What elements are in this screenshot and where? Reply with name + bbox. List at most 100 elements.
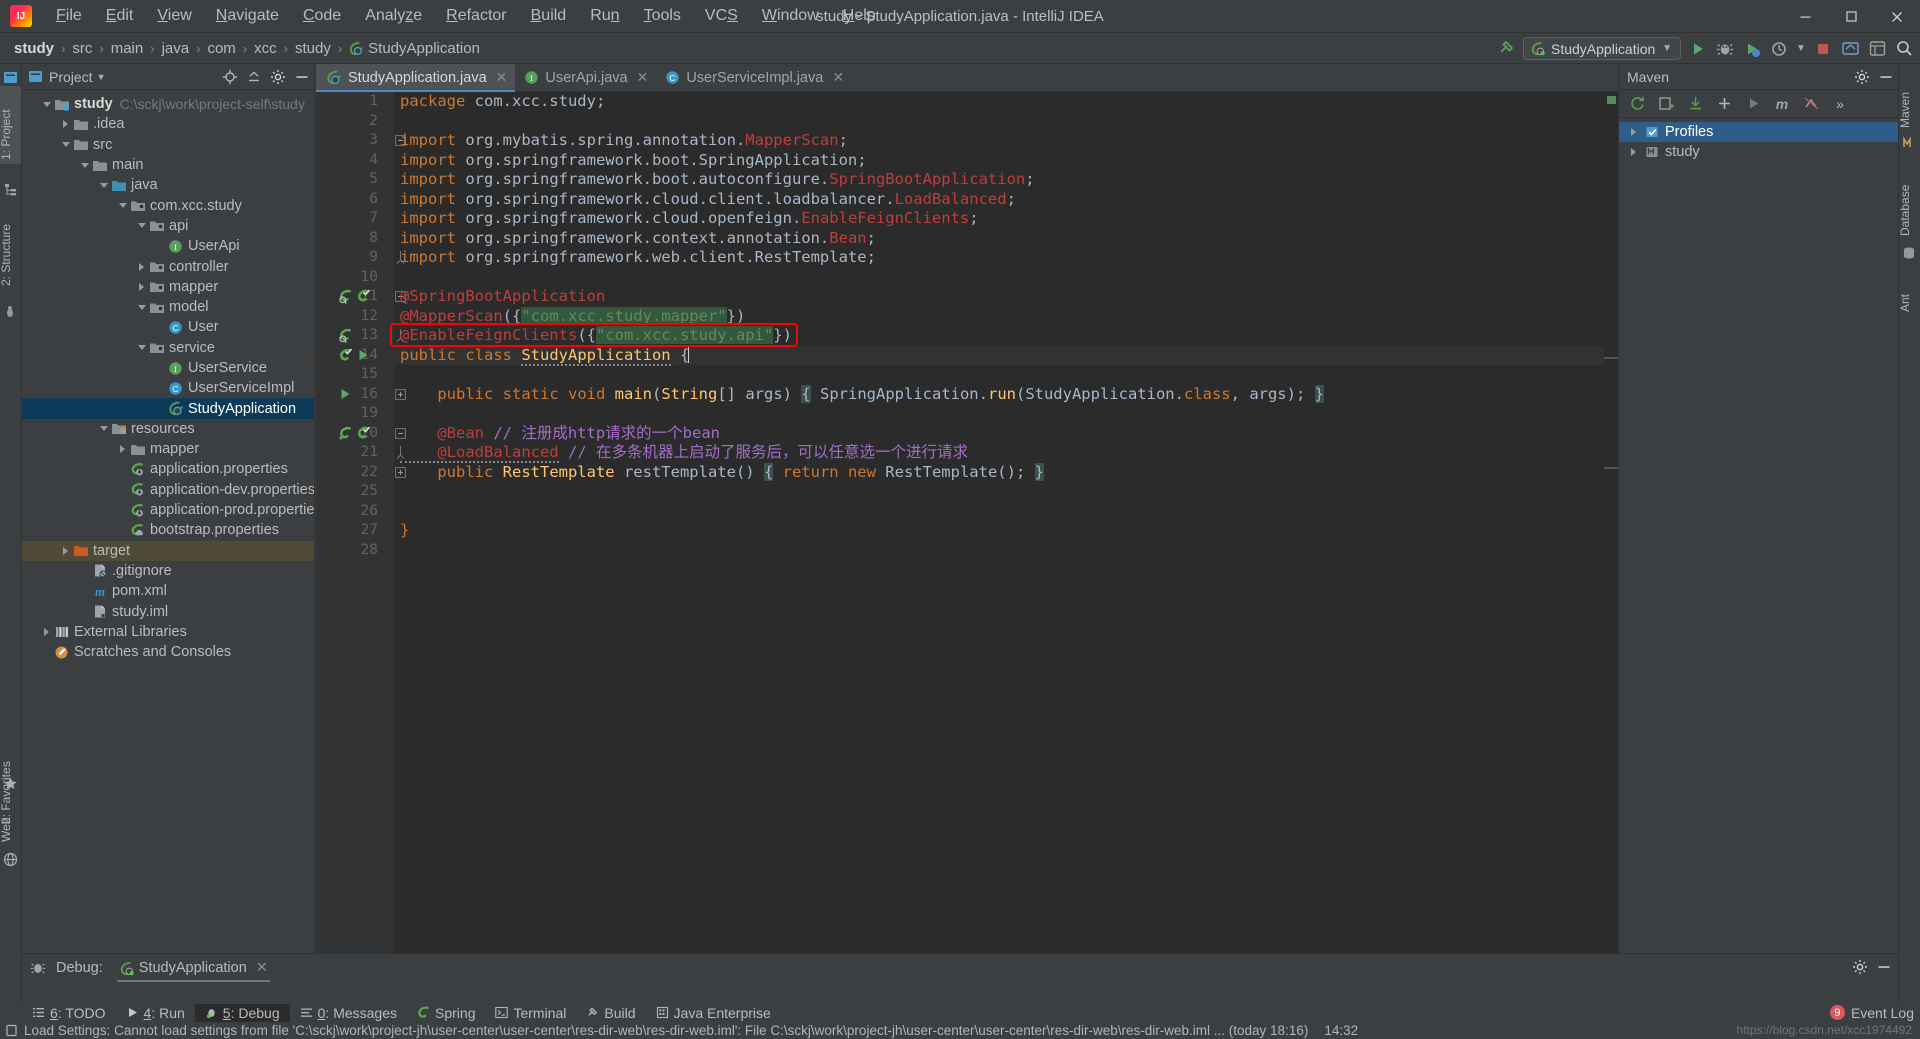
sidebar-item-ant[interactable]: Ant — [1898, 272, 1920, 316]
chevron-right-icon[interactable] — [135, 260, 148, 273]
maven-node-profiles[interactable]: Profiles — [1619, 122, 1898, 142]
download-icon[interactable] — [1685, 94, 1705, 114]
gear-icon[interactable] — [1850, 957, 1870, 977]
code-line[interactable]: 12 @MapperScan({"com.xcc.study.mapper"}) — [316, 306, 1618, 327]
code-line[interactable]: 22 public RestTemplate restTemplate() { … — [316, 462, 1618, 483]
bottom-tab-build[interactable]: Build — [576, 1004, 645, 1022]
spring-checked-icon[interactable] — [356, 426, 371, 441]
editor-tab-userserviceimpl-java[interactable]: C UserServiceImpl.java ✕ — [656, 64, 853, 91]
code-line[interactable]: 2 — [316, 112, 1618, 132]
spring-checked-icon[interactable] — [356, 289, 371, 304]
bean-icon[interactable] — [338, 328, 353, 343]
code-line[interactable]: 4 import org.springframework.boot.SpringA… — [316, 151, 1618, 171]
tree-node-controller[interactable]: controller — [22, 256, 314, 276]
menu-item-file[interactable]: File — [44, 4, 94, 28]
breadcrumb-item-java[interactable]: java — [158, 40, 194, 57]
tree-node-userservice[interactable]: I UserService — [22, 358, 314, 378]
tree-node-mapper[interactable]: mapper — [22, 277, 314, 297]
tree-node-study[interactable]: study C:\sckj\work\project-self\study — [22, 94, 314, 114]
bottom-tab-4-run[interactable]: 4: Run — [116, 1004, 195, 1022]
close-icon[interactable]: ✕ — [496, 69, 508, 86]
maven-tree[interactable]: Profiles study — [1619, 118, 1898, 162]
chevron-right-icon[interactable] — [116, 443, 129, 456]
chevron-down-icon[interactable] — [40, 98, 53, 111]
menu-item-window[interactable]: Window — [750, 4, 831, 28]
hide-panel-icon[interactable] — [1874, 957, 1894, 977]
tree-node-com-xcc-study[interactable]: com.xcc.study — [22, 195, 314, 215]
menu-item-vcs[interactable]: VCS — [693, 4, 750, 28]
code-line[interactable]: 28 — [316, 541, 1618, 561]
menu-item-code[interactable]: Code — [291, 4, 353, 28]
chevron-down-icon[interactable] — [135, 301, 148, 314]
chevron-right-icon[interactable] — [59, 544, 72, 557]
tree-node--idea[interactable]: .idea — [22, 114, 314, 134]
tree-node-application-properties[interactable]: application.properties — [22, 459, 314, 479]
maximize-icon[interactable] — [1828, 0, 1874, 33]
tree-node-external-libraries[interactable]: External Libraries — [22, 622, 314, 642]
bottom-tab-terminal[interactable]: Terminal — [485, 1004, 576, 1022]
run-configuration-selector[interactable]: StudyApplication ▼ — [1523, 37, 1681, 60]
code-line[interactable]: 13 @EnableFeignClients({"com.xcc.study.ap… — [316, 326, 1618, 346]
close-icon[interactable]: ✕ — [256, 960, 268, 976]
tree-node-java[interactable]: java — [22, 175, 314, 195]
sidebar-item-web[interactable]: Web — [0, 802, 21, 846]
tree-node-bootstrap-properties[interactable]: bootstrap.properties — [22, 520, 314, 540]
code-line[interactable]: 26 — [316, 502, 1618, 522]
tree-node-target[interactable]: target — [22, 540, 314, 561]
close-icon[interactable]: ✕ — [832, 69, 844, 86]
code-line[interactable]: 16 public static void main(String[] args… — [316, 384, 1618, 405]
bottom-tab-6-todo[interactable]: 6: TODO — [22, 1004, 116, 1022]
tree-node-userserviceimpl[interactable]: C UserServiceImpl — [22, 378, 314, 398]
bottom-tab-java-enterprise[interactable]: Java Enterprise — [646, 1004, 781, 1022]
editor-tab-userapi-java[interactable]: I UserApi.java ✕ — [515, 64, 657, 91]
code-line[interactable]: 19 — [316, 404, 1618, 424]
menu-item-tools[interactable]: Tools — [632, 4, 693, 28]
m-icon[interactable]: m — [1772, 94, 1792, 114]
debug-bug-icon[interactable] — [1715, 39, 1735, 59]
tree-node-model[interactable]: model — [22, 297, 314, 317]
code-editor[interactable]: 1 package com.xcc.study; 2 3 import org.myba… — [316, 92, 1618, 953]
chevron-down-icon[interactable] — [97, 422, 110, 435]
breadcrumb-item-studyapplication[interactable]: StudyApplication — [364, 40, 484, 57]
menu-item-build[interactable]: Build — [519, 4, 579, 28]
update-project-icon[interactable] — [1840, 39, 1860, 59]
menu-item-help[interactable]: Help — [831, 4, 888, 28]
tree-node-api[interactable]: api — [22, 216, 314, 236]
tree-node-study-iml[interactable]: study.iml — [22, 601, 314, 621]
breadcrumb-item-study[interactable]: study — [10, 40, 58, 57]
code-line[interactable]: 7 import org.springframework.cloud.openfe… — [316, 209, 1618, 229]
menu-item-run[interactable]: Run — [578, 4, 631, 28]
plus-icon[interactable] — [1714, 94, 1734, 114]
chevron-down-icon[interactable]: ▼ — [1662, 43, 1672, 54]
bottom-tab-0-messages[interactable]: 0: Messages — [290, 1004, 407, 1022]
bottom-tab-spring[interactable]: Spring — [407, 1004, 485, 1022]
chevron-down-icon[interactable] — [97, 179, 110, 192]
tree-node-application-prod-properties[interactable]: application-prod.properties — [22, 500, 314, 520]
run-icon[interactable] — [356, 348, 370, 362]
event-log-area[interactable]: 9 Event Log — [1829, 1005, 1914, 1021]
chevron-right-icon[interactable] — [40, 625, 53, 638]
chevron-down-icon[interactable]: ▼ — [97, 72, 106, 82]
code-line[interactable]: 20 @Bean // 注册成http请求的一个bean — [316, 424, 1618, 444]
code-line[interactable]: 27} — [316, 521, 1618, 541]
breadcrumb-item-main[interactable]: main — [107, 40, 148, 57]
run-icon[interactable] — [338, 387, 352, 401]
menu-item-view[interactable]: View — [145, 4, 203, 28]
tree-node-scratches-and-consoles[interactable]: Scratches and Consoles — [22, 642, 314, 662]
code-line[interactable]: 8 import org.springframework.context.anno… — [316, 229, 1618, 249]
run-icon[interactable] — [1743, 94, 1763, 114]
menu-item-navigate[interactable]: Navigate — [204, 4, 291, 28]
code-line[interactable]: 10 — [316, 268, 1618, 288]
chevron-right-icon[interactable] — [1627, 146, 1640, 159]
tree-node-application-dev-properties[interactable]: application-dev.properties — [22, 480, 314, 500]
hide-panel-icon[interactable] — [292, 67, 312, 87]
tree-node-service[interactable]: service — [22, 338, 314, 358]
bean-icon[interactable] — [338, 289, 353, 304]
code-content[interactable]: 1 package com.xcc.study; 2 3 import org.myba… — [316, 92, 1618, 953]
breadcrumb-item-src[interactable]: src — [68, 40, 96, 57]
settings-icon[interactable] — [1867, 39, 1887, 59]
chevron-down-icon[interactable]: ▼ — [1796, 39, 1806, 59]
profiler-icon[interactable] — [1769, 39, 1789, 59]
locate-target-icon[interactable] — [220, 67, 240, 87]
breadcrumb[interactable]: study › src › main › java › com › xcc › study › StudyA… — [10, 40, 484, 57]
